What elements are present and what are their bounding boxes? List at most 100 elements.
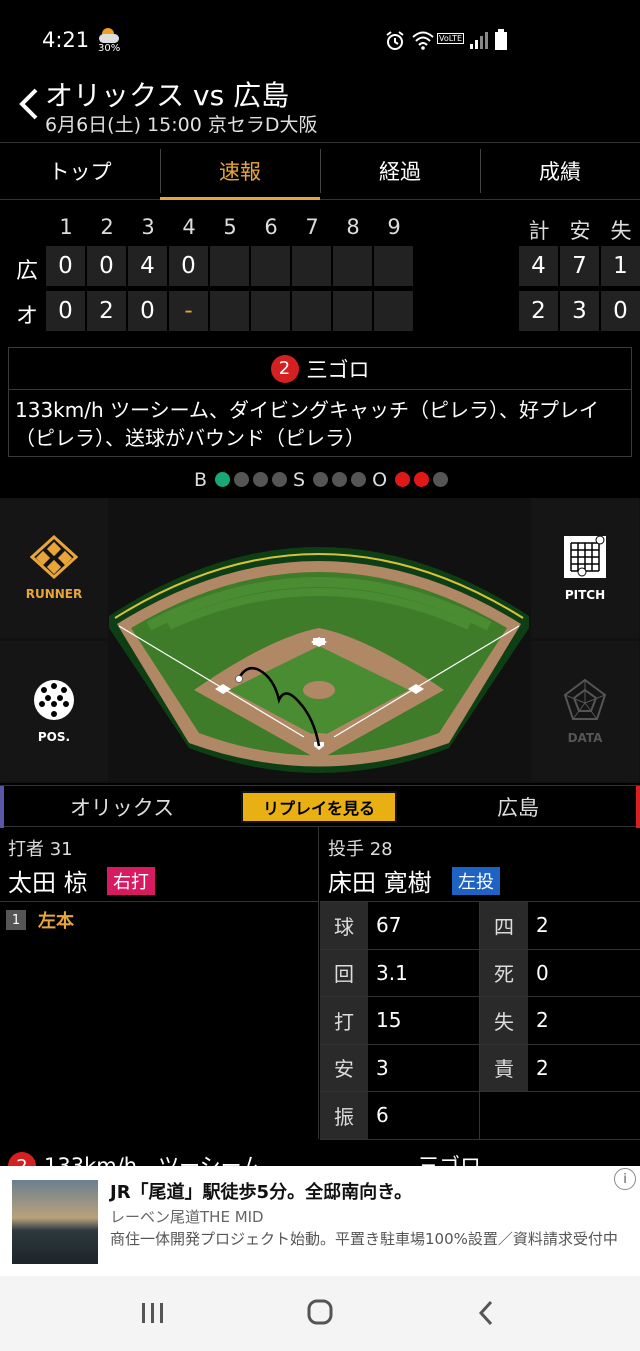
system-nav-bar (0, 1276, 640, 1351)
stat-key: 球 (320, 902, 368, 949)
total-cell: 7 (560, 246, 599, 286)
field-area: RUNNER POS. PITCH DATA (0, 498, 640, 783)
signal-icon (470, 32, 488, 49)
play-log-pitch: 133km/h ツーシーム (44, 1154, 263, 1166)
stat-value: 15 (368, 997, 480, 1044)
replay-button[interactable]: リプレイを見る (241, 791, 397, 823)
inning-score-cell: 2 (87, 291, 126, 331)
at-bat-number: 1 (6, 910, 26, 930)
stat-value: 0 (536, 960, 549, 985)
out-number-badge: 2 (8, 1152, 36, 1166)
pitcher-role: 投手 28 (328, 839, 393, 860)
out-number-badge: 2 (270, 354, 299, 383)
ad-banner[interactable]: JR「尾道」駅徒歩5分。全邸南向き。 レーベン尾道THE MID 商住一体開発プ… (0, 1166, 640, 1276)
team-abbr: オ (15, 304, 38, 329)
volte-icon: VoLTE (437, 33, 465, 44)
header: オリックス vs 広島 6月6日(土) 15:00 京セラD大阪 (0, 70, 640, 142)
inning-header: 1 (59, 215, 73, 239)
inning-header: 9 (387, 215, 401, 239)
inning-score-cell: - (169, 291, 208, 331)
ad-source: レーベン尾道THE MID (110, 1208, 264, 1226)
pitcher-stat-row: 球 67 四 2 (320, 902, 640, 950)
tab-stats[interactable]: 成績 (480, 143, 640, 199)
pos-label: POS. (37, 730, 71, 744)
play-description: 133km/h ツーシーム、ダイビングキャッチ（ピレラ）、好プレイ（ピレラ）、送… (15, 398, 600, 450)
play-log-row[interactable]: 2 133km/h ツーシーム 三ゴロ (0, 1140, 640, 1166)
out-dot (433, 472, 449, 487)
stat-value: 6 (368, 1092, 480, 1139)
recent-apps-icon[interactable] (133, 1298, 173, 1328)
stat-key: 失 (480, 997, 528, 1044)
pitcher-stat-row: 安3責2 (320, 1044, 640, 1092)
pitcher-stat-row: 打 15 失 2 (320, 997, 640, 1045)
inning-score-cell (333, 291, 372, 331)
total-cell: 0 (601, 291, 640, 331)
inning-header: 7 (305, 215, 319, 239)
inning-score-cell (210, 291, 249, 331)
total-header: 失 (610, 219, 632, 243)
pitch-button[interactable]: PITCH (531, 498, 639, 638)
stat-key: 死 (480, 949, 528, 996)
battery-icon (495, 29, 507, 50)
inning-score-cell (292, 291, 331, 331)
team-tab-hiroshima[interactable]: 広島 (400, 786, 640, 828)
page-title: オリックス vs 広島 (45, 79, 290, 112)
data-button[interactable]: DATA (531, 641, 639, 781)
batter-role: 打者 31 (8, 839, 73, 860)
count-label: O (372, 468, 388, 491)
inning-score-cell: 4 (128, 246, 167, 286)
strike-dot (351, 472, 367, 487)
weather-temp: 30% (98, 43, 121, 54)
alarm-icon (386, 31, 404, 50)
stat-key: 振 (320, 1092, 368, 1139)
ball-dot (272, 472, 287, 487)
team-tab-orix[interactable]: オリックス (0, 786, 240, 828)
runner-label: RUNNER (25, 587, 83, 601)
tab-progress[interactable]: 経過 (320, 143, 480, 199)
inning-header: 5 (223, 215, 237, 239)
home-icon[interactable] (300, 1298, 340, 1328)
ball-dot (253, 472, 268, 487)
back-chevron-icon[interactable] (14, 84, 44, 124)
stat-value: 2 (536, 913, 549, 938)
strike-dot (313, 472, 329, 487)
stat-key: 四 (480, 902, 528, 949)
inning-score-cell (374, 291, 413, 331)
inning-score-cell: 0 (169, 246, 208, 286)
inning-score-cell: 0 (128, 291, 167, 331)
count-label: S (293, 468, 306, 491)
inning-score-cell: 0 (87, 246, 126, 286)
pitcher-name[interactable]: 床田 寛樹 (328, 863, 432, 898)
inning-score-cell (251, 291, 290, 331)
back-icon[interactable] (467, 1298, 507, 1328)
ad-title[interactable]: JR「尾道」駅徒歩5分。全邸南向き。 (110, 1178, 412, 1204)
total-cell: 2 (519, 291, 558, 331)
runner-button[interactable]: RUNNER (0, 498, 108, 638)
out-dot (414, 472, 430, 487)
diamond-icon (30, 535, 78, 579)
batter-name[interactable]: 太田 椋 (8, 863, 88, 898)
scoreboard: 123456789計安失広0040471オ020-230 (0, 205, 640, 340)
stat-key: 打 (320, 997, 368, 1044)
tab-live[interactable]: 速報 (160, 143, 320, 200)
ad-image[interactable] (12, 1180, 98, 1264)
at-bat-result: 左本 (38, 911, 74, 932)
tab-bar: トップ 速報 経過 成績 (0, 142, 640, 200)
radar-chart-icon (563, 678, 607, 720)
strike-dot (332, 472, 348, 487)
pitch-grid-icon (564, 535, 606, 578)
inning-header: 2 (100, 215, 114, 239)
inning-header: 8 (346, 215, 360, 239)
inning-score-cell: 0 (46, 246, 85, 286)
total-header: 安 (569, 219, 591, 243)
inning-score-cell (210, 246, 249, 286)
total-cell: 4 (519, 246, 558, 286)
position-button[interactable]: POS. (0, 641, 108, 781)
data-label: DATA (567, 731, 603, 745)
tab-top[interactable]: トップ (0, 143, 160, 199)
ad-description: 商住一体開発プロジェクト始動。平置き駐車場100%設置／資料請求受付中 (110, 1230, 618, 1248)
pitcher-stat-row: 振6 (320, 1092, 640, 1140)
ball-dot (234, 472, 249, 487)
stat-value: 2 (536, 1055, 549, 1080)
ad-info-icon[interactable]: i (614, 1168, 636, 1190)
